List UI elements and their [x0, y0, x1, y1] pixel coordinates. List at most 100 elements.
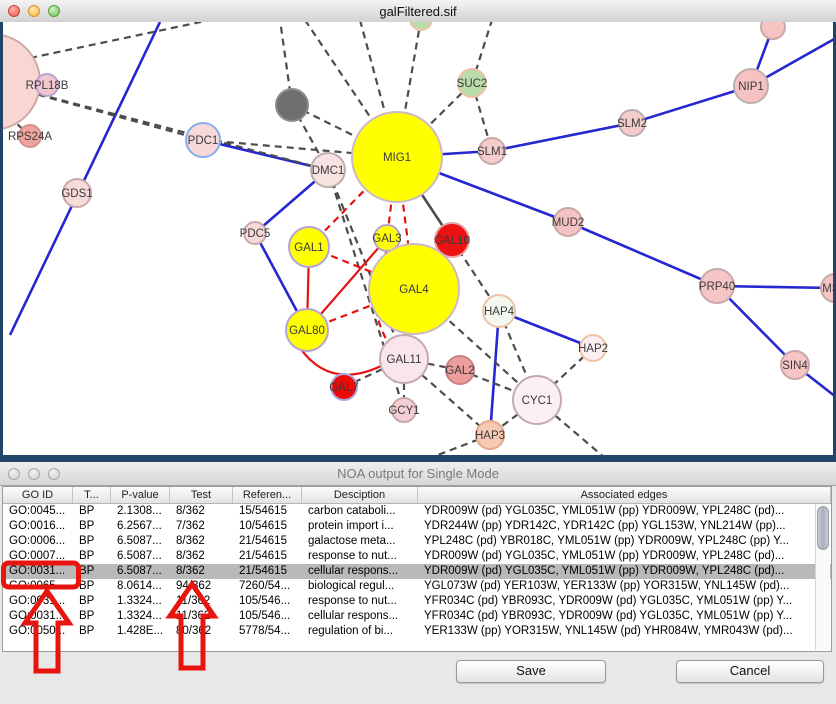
save-button[interactable]: Save [456, 660, 606, 683]
table-cell: 80/362 [170, 624, 233, 639]
table-cell: BP [73, 609, 111, 624]
svg-text:CYC1: CYC1 [522, 395, 553, 407]
table-cell: carbon cataboli... [302, 504, 418, 519]
table-cell: 2.1308... [111, 504, 170, 519]
table-cell: YDR009W (pd) YGL035C, YML051W (pp) YDR00… [418, 564, 831, 579]
table-row[interactable]: GO:0031...BP1.3324...11/362105/546...cel… [3, 609, 831, 624]
table-cell: BP [73, 579, 111, 594]
table-cell: 7/362 [170, 519, 233, 534]
table-cell: YDR009W (pd) YGL035C, YML051W (pp) YDR00… [418, 549, 831, 564]
node-SLM2[interactable]: SLM2 [617, 110, 647, 136]
table-row[interactable]: GO:0007...BP6.5087...8/36221/54615respon… [3, 549, 831, 564]
node-PDC1[interactable]: PDC1 [186, 123, 220, 157]
svg-text:PDC5: PDC5 [240, 228, 271, 240]
node-MIG1[interactable]: MIG1 [352, 112, 442, 202]
svg-text:MIG1: MIG1 [383, 152, 411, 164]
table-cell: 6.5087... [111, 564, 170, 579]
node-GDS1[interactable]: GDS1 [61, 179, 92, 207]
edge [492, 123, 632, 151]
node-NIP1[interactable]: NIP1 [734, 69, 768, 103]
node-CYC1[interactable]: CYC1 [513, 376, 561, 424]
table-cell: cellular respons... [302, 609, 418, 624]
vertical-scrollbar[interactable] [815, 504, 830, 650]
table-row[interactable]: GO:0045...BP2.1308...8/36215/54615carbon… [3, 504, 831, 519]
table-cell: 11/362 [170, 594, 233, 609]
node-GAL1[interactable]: GAL1 [289, 227, 329, 267]
table-cell: YDR009W (pd) YGL035C, YML051W (pp) YDR00… [418, 504, 831, 519]
node-GAL4[interactable]: GAL4 [369, 244, 459, 334]
table-cell: 6.5087... [111, 534, 170, 549]
table-cell: YPL248C (pd) YBR018C, YML051W (pp) YDR00… [418, 534, 831, 549]
table-body: GO:0045...BP2.1308...8/36215/54615carbon… [3, 504, 831, 639]
column-header-referen-[interactable]: Referen... [233, 487, 302, 503]
table-cell: cellular respons... [302, 564, 418, 579]
network-canvas[interactable]: RPL18BRPS24AGDS1PDC1PDC5DMC1MIG1SUC2SLM1… [0, 22, 836, 455]
node-DMC1[interactable]: DMC1 [311, 153, 345, 187]
table-cell: 6.5087... [111, 549, 170, 564]
node-HAP2[interactable]: HAP2 [578, 335, 608, 361]
cancel-button[interactable]: Cancel [676, 660, 824, 683]
node-HAP4[interactable]: HAP4 [483, 295, 515, 327]
svg-text:GAL1: GAL1 [294, 242, 323, 254]
node-GAL11[interactable]: GAL11 [380, 335, 428, 383]
column-header-p-value[interactable]: P-value [111, 487, 170, 503]
table-row[interactable]: GO:0006...BP6.5087...8/36221/54615galact… [3, 534, 831, 549]
node-RPS24A[interactable]: RPS24A [8, 125, 52, 147]
table-cell: 6.2567... [111, 519, 170, 534]
table-cell: BP [73, 519, 111, 534]
svg-text:PDC1: PDC1 [188, 135, 219, 147]
table-row[interactable]: GO:0065...BP8.0614...94/3627260/54...bio… [3, 579, 831, 594]
table-cell: galactose meta... [302, 534, 418, 549]
node-unlabeled[interactable] [410, 22, 432, 30]
network-svg: RPL18BRPS24AGDS1PDC1PDC5DMC1MIG1SUC2SLM1… [0, 22, 836, 455]
table-cell: YER133W (pp) YOR315W, YNL145W (pd) YHR08… [418, 624, 831, 639]
window-border-left [0, 22, 3, 462]
column-header-t-[interactable]: T... [73, 487, 111, 503]
table-row[interactable]: GO:0031...BP6.5087...8/36221/54615cellul… [3, 564, 831, 579]
node-SIN4[interactable]: SIN4 [781, 351, 809, 379]
table-cell: 21/54615 [233, 534, 302, 549]
node-SUC2[interactable]: SUC2 [457, 69, 488, 97]
svg-text:GAL11: GAL11 [387, 354, 422, 366]
node-GAL7[interactable]: GAL7 [329, 374, 358, 400]
node-PRP40[interactable]: PRP40 [699, 269, 735, 303]
node-unlabeled[interactable] [276, 89, 308, 121]
node-HAP3[interactable]: HAP3 [475, 421, 505, 449]
noa-window-title: NOA output for Single Mode [0, 466, 836, 481]
svg-text:GCY1: GCY1 [388, 405, 419, 417]
svg-text:MUD2: MUD2 [552, 217, 585, 229]
svg-text:HAP4: HAP4 [484, 306, 515, 318]
table-cell: 8/362 [170, 504, 233, 519]
table-row[interactable]: GO:0031...BP1.3324...11/362105/546...res… [3, 594, 831, 609]
table-cell: 8/362 [170, 534, 233, 549]
noa-window-titlebar: NOA output for Single Mode [0, 462, 836, 486]
window-border-bottom [0, 455, 836, 462]
table-cell: YFR034C (pd) YBR093C, YDR009W (pd) YGL03… [418, 609, 831, 624]
node-MUD2[interactable]: MUD2 [552, 208, 585, 236]
column-header-associated-edges[interactable]: Associated edges [418, 487, 831, 503]
column-header-desciption[interactable]: Desciption [302, 487, 418, 503]
table-cell: GO:0007... [3, 549, 73, 564]
column-header-test[interactable]: Test [170, 487, 233, 503]
svg-text:GDS1: GDS1 [61, 188, 92, 200]
table-cell: 5778/54... [233, 624, 302, 639]
table-cell: 21/54615 [233, 549, 302, 564]
table-cell: 10/54615 [233, 519, 302, 534]
svg-text:NIP1: NIP1 [738, 81, 764, 93]
table-row[interactable]: GO:0016...BP6.2567...7/36210/54615protei… [3, 519, 831, 534]
table-cell: BP [73, 549, 111, 564]
table-cell: BP [73, 504, 111, 519]
node-GAL2[interactable]: GAL2 [445, 356, 474, 384]
table-row[interactable]: GO:0050...BP1.428E...80/3625778/54...reg… [3, 624, 831, 639]
edge [632, 86, 751, 123]
column-header-go-id[interactable]: GO ID [3, 487, 73, 503]
scrollbar-thumb[interactable] [817, 506, 829, 550]
svg-text:GAL80: GAL80 [289, 325, 325, 337]
node-unlabeled[interactable] [761, 22, 785, 39]
edge [300, 348, 381, 375]
node-GAL80[interactable]: GAL80 [286, 309, 328, 351]
table-cell: biological regul... [302, 579, 418, 594]
node-GCY1[interactable]: GCY1 [388, 398, 419, 422]
node-SLM1[interactable]: SLM1 [477, 138, 507, 164]
edge [490, 311, 499, 435]
